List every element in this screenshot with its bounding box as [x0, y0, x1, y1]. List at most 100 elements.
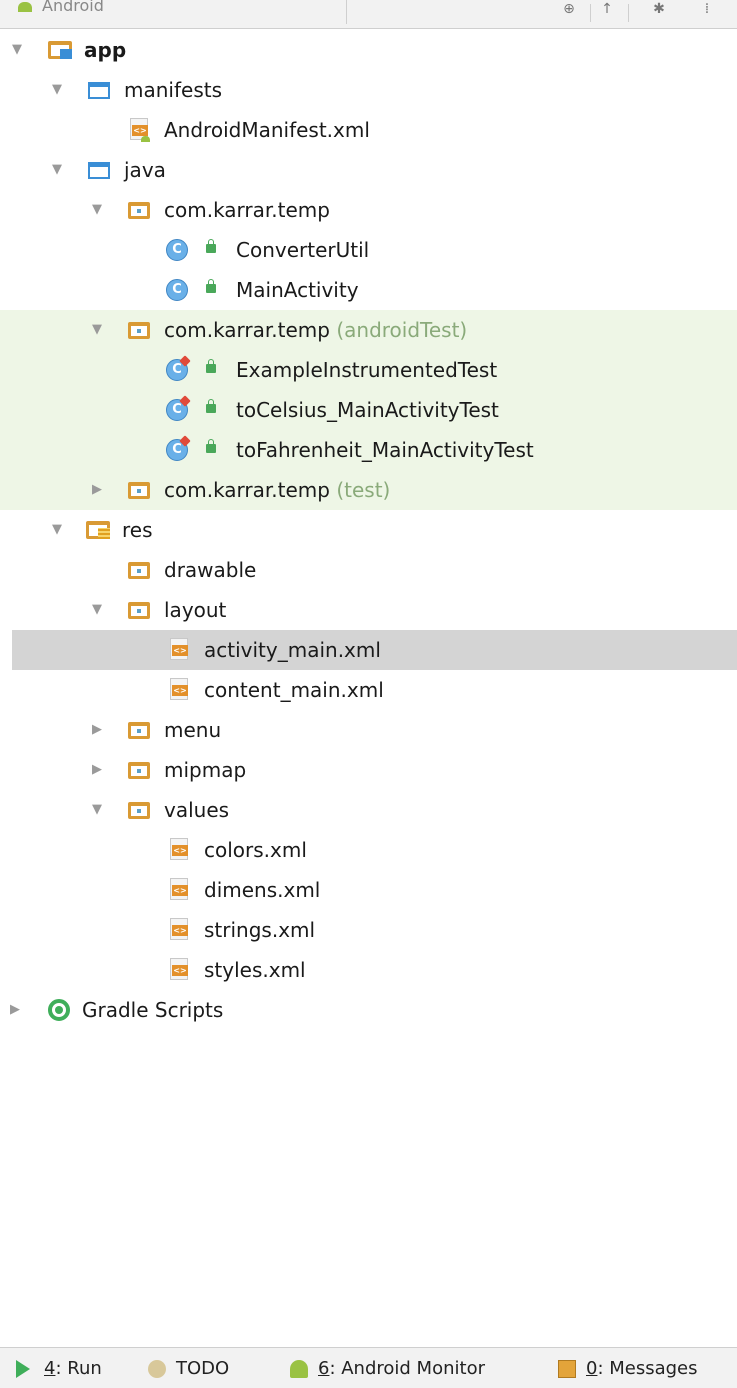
tree-node-values[interactable]: ▼ values [0, 790, 737, 830]
expanded-arrow-icon[interactable]: ▼ [92, 802, 102, 818]
tree-node-gradle-scripts[interactable]: ▶ Gradle Scripts [0, 990, 737, 1030]
tree-node-drawable[interactable]: drawable [0, 550, 737, 590]
expanded-arrow-icon[interactable]: ▼ [52, 522, 62, 538]
project-view-selector[interactable]: Android [12, 0, 347, 24]
lock-icon [206, 279, 216, 293]
tree-node-label: menu [164, 718, 222, 742]
todo-tool-button[interactable]: TODO [176, 1358, 229, 1380]
collapsed-arrow-icon[interactable]: ▶ [92, 482, 102, 498]
tree-node-label: ConverterUtil [236, 238, 370, 262]
tree-node-styles[interactable]: styles.xml [0, 950, 737, 990]
toolbar-divider [628, 4, 629, 22]
tree-node-strings[interactable]: strings.xml [0, 910, 737, 950]
tree-node-java[interactable]: ▼ java [0, 150, 737, 190]
tree-node-label: app [84, 38, 127, 62]
tree-node-colors[interactable]: colors.xml [0, 830, 737, 870]
android-icon [18, 2, 32, 12]
tree-node-android-manifest[interactable]: AndroidManifest.xml [0, 110, 737, 150]
tree-node-label: AndroidManifest.xml [164, 118, 370, 142]
todo-icon [148, 1360, 166, 1378]
collapsed-arrow-icon[interactable]: ▶ [92, 762, 102, 778]
package-name: com.karrar.temp [164, 318, 330, 342]
folder-icon [128, 602, 150, 619]
run-tool-button[interactable]: 4: Run [44, 1358, 102, 1380]
tree-node-example-instrumented-test[interactable]: C ExampleInstrumentedTest [0, 350, 737, 390]
source-set-suffix: (test) [336, 478, 391, 502]
lock-icon [206, 439, 216, 453]
tree-node-to-celsius-test[interactable]: C toCelsius_MainActivityTest [0, 390, 737, 430]
gear-icon[interactable]: ✱ [652, 2, 666, 16]
run-icon [16, 1360, 30, 1378]
tree-node-app[interactable]: ▼ app [0, 30, 737, 70]
expanded-arrow-icon[interactable]: ▼ [92, 202, 102, 218]
tree-node-label: com.karrar.temp (test) [164, 477, 390, 503]
collapse-icon[interactable]: ↑ [600, 2, 614, 16]
tree-node-label: toCelsius_MainActivityTest [236, 398, 499, 422]
xml-file-icon [170, 878, 188, 900]
messages-label: : Messages [597, 1358, 698, 1379]
shortcut-key: 0 [586, 1358, 598, 1379]
folder-icon [128, 722, 150, 739]
xml-file-icon [170, 838, 188, 860]
tree-node-label: ExampleInstrumentedTest [236, 358, 498, 382]
tree-node-menu[interactable]: ▶ menu [0, 710, 737, 750]
tree-node-mipmap[interactable]: ▶ mipmap [0, 750, 737, 790]
expanded-arrow-icon[interactable]: ▼ [52, 162, 62, 178]
sync-icon[interactable]: ⊕ [562, 2, 576, 16]
resources-folder-icon [86, 521, 110, 539]
folder-icon [128, 802, 150, 819]
project-view-toolbar: Android ⊕ ↑ ✱ ⁞ [0, 0, 737, 29]
android-monitor-icon [290, 1360, 308, 1378]
tree-node-label: colors.xml [204, 838, 307, 862]
tree-node-label: styles.xml [204, 958, 306, 982]
tree-node-label: res [122, 518, 153, 542]
tree-node-to-fahrenheit-test[interactable]: C toFahrenheit_MainActivityTest [0, 430, 737, 470]
tree-node-dimens[interactable]: dimens.xml [0, 870, 737, 910]
run-label: : Run [55, 1358, 102, 1379]
tree-node-package-test[interactable]: ▶ com.karrar.temp (test) [0, 470, 737, 510]
hide-icon[interactable]: ⁞ [700, 2, 714, 16]
expanded-arrow-icon[interactable]: ▼ [92, 322, 102, 338]
folder-icon [88, 162, 110, 179]
tree-node-activity-main[interactable]: activity_main.xml [12, 630, 737, 670]
xml-file-icon [170, 678, 188, 700]
tree-node-layout[interactable]: ▼ layout [0, 590, 737, 630]
tree-node-content-main[interactable]: content_main.xml [0, 670, 737, 710]
tree-node-label: activity_main.xml [204, 638, 381, 662]
tree-node-label: com.karrar.temp (androidTest) [164, 317, 467, 343]
messages-tool-button[interactable]: 0: Messages [586, 1358, 698, 1380]
package-folder-icon [128, 322, 150, 339]
tree-node-label: com.karrar.temp [164, 198, 330, 222]
tree-node-main-activity[interactable]: C MainActivity [0, 270, 737, 310]
tree-node-converter-util[interactable]: C ConverterUtil [0, 230, 737, 270]
xml-file-icon [170, 918, 188, 940]
expanded-arrow-icon[interactable]: ▼ [12, 42, 22, 58]
expanded-arrow-icon[interactable]: ▼ [52, 82, 62, 98]
tree-node-label: Gradle Scripts [82, 998, 224, 1022]
tree-node-label: manifests [124, 78, 222, 102]
tree-node-package-main[interactable]: ▼ com.karrar.temp [0, 190, 737, 230]
messages-icon [558, 1360, 576, 1378]
expanded-arrow-icon[interactable]: ▼ [92, 602, 102, 618]
project-view-label: Android [42, 0, 104, 15]
gradle-icon [48, 999, 70, 1021]
tree-node-label: content_main.xml [204, 678, 384, 702]
android-monitor-label: : Android Monitor [329, 1358, 485, 1379]
class-icon: C [166, 239, 188, 261]
collapsed-arrow-icon[interactable]: ▶ [10, 1002, 20, 1018]
tree-node-manifests[interactable]: ▼ manifests [0, 70, 737, 110]
tree-node-label: java [124, 158, 166, 182]
tree-node-label: layout [164, 598, 227, 622]
collapsed-arrow-icon[interactable]: ▶ [92, 722, 102, 738]
lock-icon [206, 399, 216, 413]
folder-icon [128, 762, 150, 779]
class-icon: C [166, 279, 188, 301]
tool-window-bar: 4: Run TODO 6: Android Monitor 0: Messag… [0, 1347, 737, 1388]
tree-node-res[interactable]: ▼ res [0, 510, 737, 550]
tree-node-label: values [164, 798, 230, 822]
module-folder-icon [48, 41, 72, 59]
android-monitor-tool-button[interactable]: 6: Android Monitor [318, 1358, 485, 1380]
tree-node-package-android-test[interactable]: ▼ com.karrar.temp (androidTest) [0, 310, 737, 350]
folder-icon [88, 82, 110, 99]
shortcut-key: 4 [44, 1358, 56, 1379]
